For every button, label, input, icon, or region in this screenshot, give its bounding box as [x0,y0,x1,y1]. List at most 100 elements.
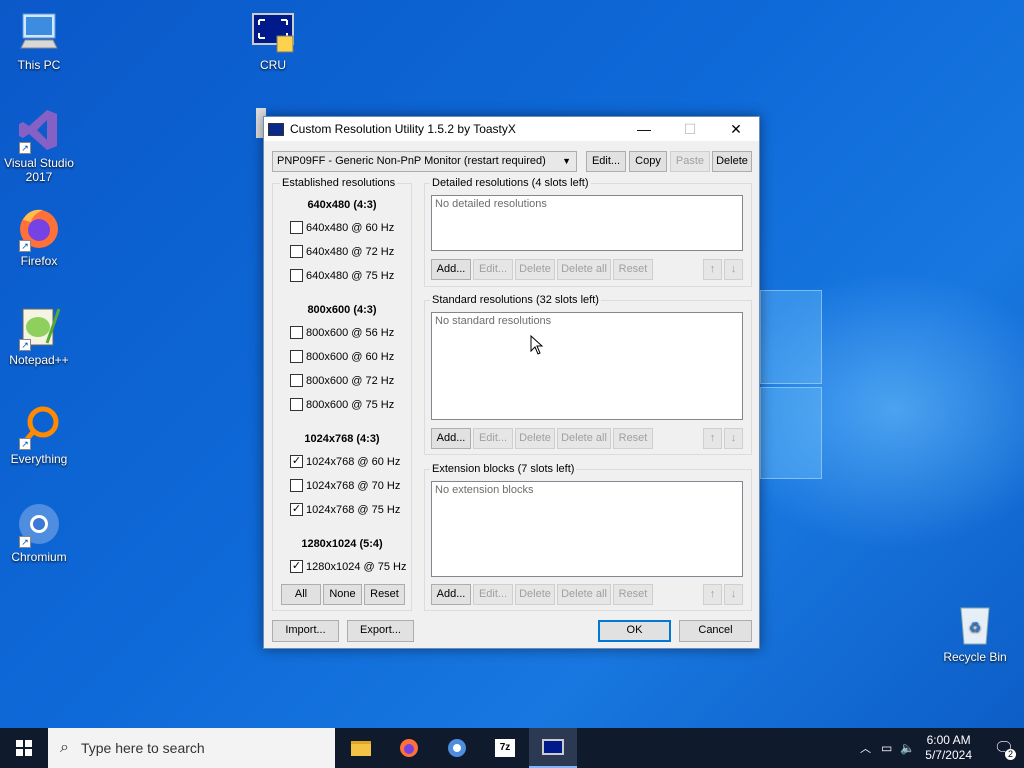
clock-date: 5/7/2024 [925,748,972,762]
checkbox-640x480-72[interactable]: 640x480 @ 72 Hz [290,245,394,258]
minimize-icon[interactable]: — [621,117,667,141]
close-icon[interactable]: ✕ [713,117,759,141]
arrow-up-icon[interactable]: ↑ [703,259,722,280]
section-header: 640x480 (4:3) [307,199,377,211]
monitor-delete-button[interactable]: Delete [712,151,752,172]
monitor-select[interactable]: PNP09FF - Generic Non-PnP Monitor (resta… [272,151,577,172]
ok-button[interactable]: OK [598,620,671,642]
arrow-up-icon[interactable]: ↑ [703,428,722,449]
clock[interactable]: 6:00 AM 5/7/2024 [925,733,972,763]
checkbox-1024x768-70[interactable]: 1024x768 @ 70 Hz [290,479,400,492]
extension-list[interactable]: No extension blocks [431,481,743,577]
maximize-icon[interactable]: ☐ [667,117,713,141]
checkbox-label: 1024x768 @ 70 Hz [306,479,401,492]
established-all-button[interactable]: All [281,584,321,605]
checkbox-label: 800x600 @ 72 Hz [306,374,395,387]
checkbox-label: 1280x1024 @ 75 Hz [306,560,407,573]
monitor-copy-button[interactable]: Copy [629,151,667,172]
section-header: 800x600 (4:3) [307,304,377,316]
chevron-up-icon[interactable]: ︿ [860,740,871,756]
desktop-icon-this-pc[interactable]: This PC [1,10,77,72]
detailed-list[interactable]: No detailed resolutions [431,195,743,251]
extension-delete-button[interactable]: Delete [515,584,555,605]
established-none-button[interactable]: None [323,584,362,605]
desktop-icon-cru[interactable]: CRU [235,10,311,72]
checkbox-box[interactable] [290,269,303,282]
checkbox-640x480-60[interactable]: 640x480 @ 60 Hz [290,221,394,234]
checkbox-1280x1024-75[interactable]: ✓ 1280x1024 @ 75 Hz [290,560,406,573]
extension-edit-button[interactable]: Edit... [473,584,513,605]
taskbar-file-explorer[interactable] [337,728,385,768]
desktop-icon-notepadpp[interactable]: ↗ Notepad++ [1,305,77,367]
established-list: 640x480 (4:3) 640x480 @ 60 Hz 640x480 @ … [272,183,412,611]
arrow-up-icon[interactable]: ↑ [703,584,722,605]
standard-edit-button[interactable]: Edit... [473,428,513,449]
recycle-bin-icon: ♻ [953,602,997,646]
checkbox-box[interactable] [290,245,303,258]
desktop-icon-firefox[interactable]: ↗ Firefox [1,206,77,268]
checkbox-box[interactable] [290,398,303,411]
volume-muted-icon[interactable]: 🔈 [900,741,915,755]
standard-list[interactable]: No standard resolutions [431,312,743,420]
checkbox-box[interactable] [290,374,303,387]
taskbar-firefox[interactable] [385,728,433,768]
detailed-delete-button[interactable]: Delete [515,259,555,280]
detailed-add-button[interactable]: Add... [431,259,471,280]
desktop-icon-everything[interactable]: ↗ Everything [1,404,77,466]
start-button[interactable] [0,728,48,768]
detailed-reset-button[interactable]: Reset [613,259,653,280]
checkbox-800x600-60[interactable]: 800x600 @ 60 Hz [290,350,394,363]
arrow-down-icon[interactable]: ↓ [724,428,743,449]
check-icon[interactable]: ✓ [290,560,303,573]
extension-title: Extension blocks (7 slots left) [430,463,577,475]
detailed-delete-all-button[interactable]: Delete all [557,259,611,280]
visual-studio-icon: ↗ [17,108,61,154]
desktop-icon-chromium[interactable]: ↗ Chromium [1,502,77,564]
chevron-down-icon: ▼ [562,156,571,166]
checkbox-box[interactable] [290,350,303,363]
windows-icon [16,740,32,756]
checkbox-box[interactable] [290,479,303,492]
checkbox-1024x768-60[interactable]: ✓ 1024x768 @ 60 Hz [290,455,400,468]
taskbar-7zip[interactable]: 7z [481,728,529,768]
checkbox-640x480-75[interactable]: 640x480 @ 75 Hz [290,269,394,282]
taskbar-chromium[interactable] [433,728,481,768]
detailed-edit-button[interactable]: Edit... [473,259,513,280]
checkbox-1024x768-75[interactable]: ✓ 1024x768 @ 75 Hz [290,503,400,516]
monitor-edit-button[interactable]: Edit... [586,151,626,172]
established-reset-button[interactable]: Reset [364,584,405,605]
check-icon[interactable]: ✓ [290,503,303,516]
search-placeholder: Type here to search [80,740,205,756]
extension-reset-button[interactable]: Reset [613,584,653,605]
checkbox-800x600-75[interactable]: 800x600 @ 75 Hz [290,398,394,411]
desktop-icon-recycle-bin[interactable]: ♻ Recycle Bin [937,602,1013,664]
extension-add-button[interactable]: Add... [431,584,471,605]
checkbox-800x600-72[interactable]: 800x600 @ 72 Hz [290,374,394,387]
import-button[interactable]: Import... [272,620,339,642]
export-button[interactable]: Export... [347,620,414,642]
check-icon[interactable]: ✓ [290,455,303,468]
standard-title: Standard resolutions (32 slots left) [430,294,601,306]
standard-reset-button[interactable]: Reset [613,428,653,449]
monitor-paste-button[interactable]: Paste [670,151,710,172]
standard-delete-button[interactable]: Delete [515,428,555,449]
wallpaper-logo-pane [760,290,822,384]
checkbox-box[interactable] [290,326,303,339]
desktop-icon-label: Chromium [11,550,67,564]
standard-delete-all-button[interactable]: Delete all [557,428,611,449]
chromium-icon: ↗ [17,502,61,548]
desktop-icon-visual-studio[interactable]: ↗ Visual Studio 2017 [1,108,77,184]
cancel-button[interactable]: Cancel [679,620,752,642]
checkbox-800x600-56[interactable]: 800x600 @ 56 Hz [290,326,394,339]
notifications-button[interactable]: 🗨 2 [984,728,1024,768]
arrow-down-icon[interactable]: ↓ [724,584,743,605]
checkbox-box[interactable] [290,221,303,234]
desktop-icon-label: Visual Studio 2017 [4,156,74,184]
standard-add-button[interactable]: Add... [431,428,471,449]
taskbar-search-box[interactable]: ⌕ Type here to search [48,728,335,768]
network-icon[interactable]: ▭ [881,741,892,755]
taskbar-cru[interactable] [529,728,577,768]
arrow-down-icon[interactable]: ↓ [724,259,743,280]
extension-delete-all-button[interactable]: Delete all [557,584,611,605]
window-titlebar[interactable]: Custom Resolution Utility 1.5.2 by Toast… [264,117,759,141]
